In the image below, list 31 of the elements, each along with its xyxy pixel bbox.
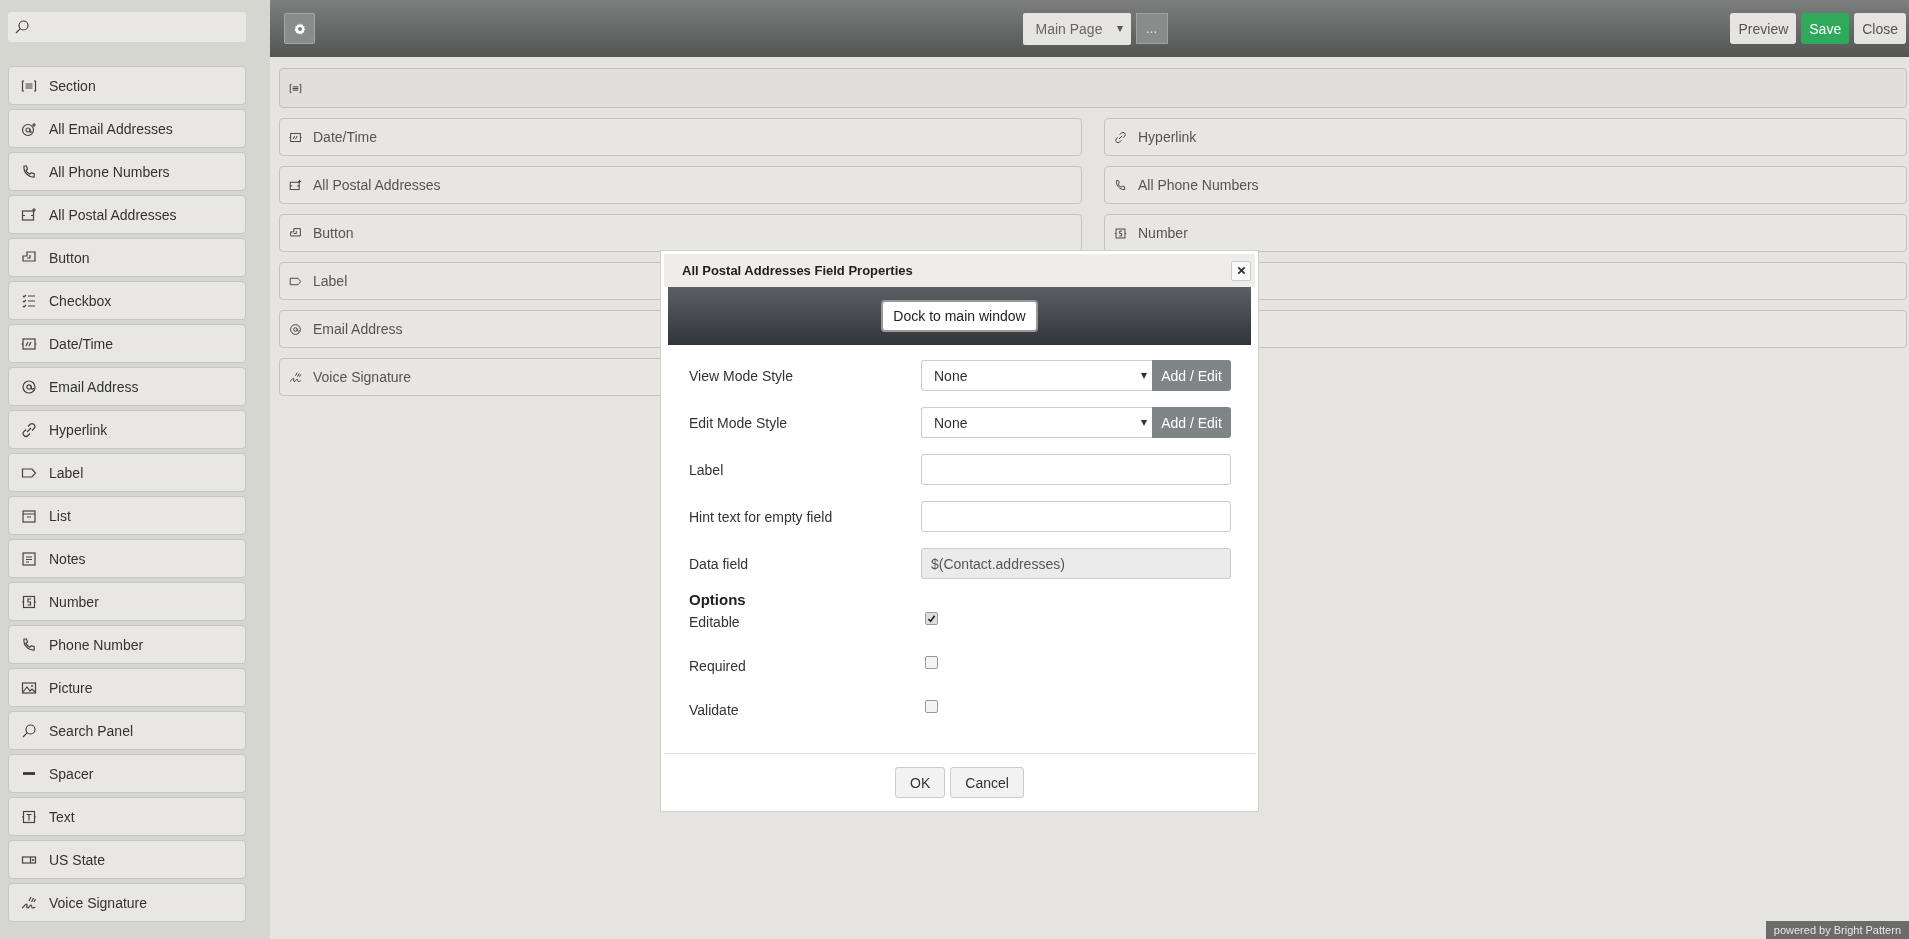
palette-item-label: Voice Signature	[49, 894, 148, 911]
palette-item-label: Section	[49, 77, 96, 94]
palette-item-label: Text	[49, 808, 75, 825]
palette-item-label: Email Address	[49, 378, 139, 395]
dialog-title: All Postal Addresses Field Properties	[682, 263, 913, 278]
option-label: Validate	[689, 701, 740, 718]
palette-item-label: Spacer	[49, 765, 94, 782]
field-label: Label	[689, 461, 724, 478]
palette-item-label: Checkbox	[49, 292, 112, 309]
palette-item-label: All Email Addresses	[49, 120, 173, 137]
palette-item-label: Picture	[49, 679, 93, 696]
field-label: View Mode Style	[689, 367, 793, 384]
palette-item-label: All Phone Numbers	[49, 163, 170, 180]
palette-item-label: Notes	[49, 550, 86, 567]
footer-credit: powered by Bright Pattern	[1765, 921, 1909, 939]
palette-item-label: Hyperlink	[49, 421, 108, 438]
palette-item-label: Label	[49, 464, 84, 481]
palette-item-label: Button	[49, 249, 90, 266]
option-label: Required	[689, 657, 747, 674]
palette-item-label: US State	[49, 851, 106, 868]
field-label: Edit Mode Style	[689, 414, 788, 431]
palette-item-label: Search Panel	[49, 722, 134, 739]
field-label: Data field	[689, 555, 749, 572]
palette-item-label: All Postal Addresses	[49, 206, 177, 223]
palette-item-label: Date/Time	[49, 335, 114, 352]
option-label: Editable	[689, 613, 741, 630]
palette-item-label: Number	[49, 593, 99, 610]
options-heading: Options	[689, 591, 747, 608]
field-label: Hint text for empty field	[689, 508, 833, 525]
palette-item-label: Phone Number	[49, 636, 144, 653]
palette-item-label: List	[49, 507, 71, 524]
